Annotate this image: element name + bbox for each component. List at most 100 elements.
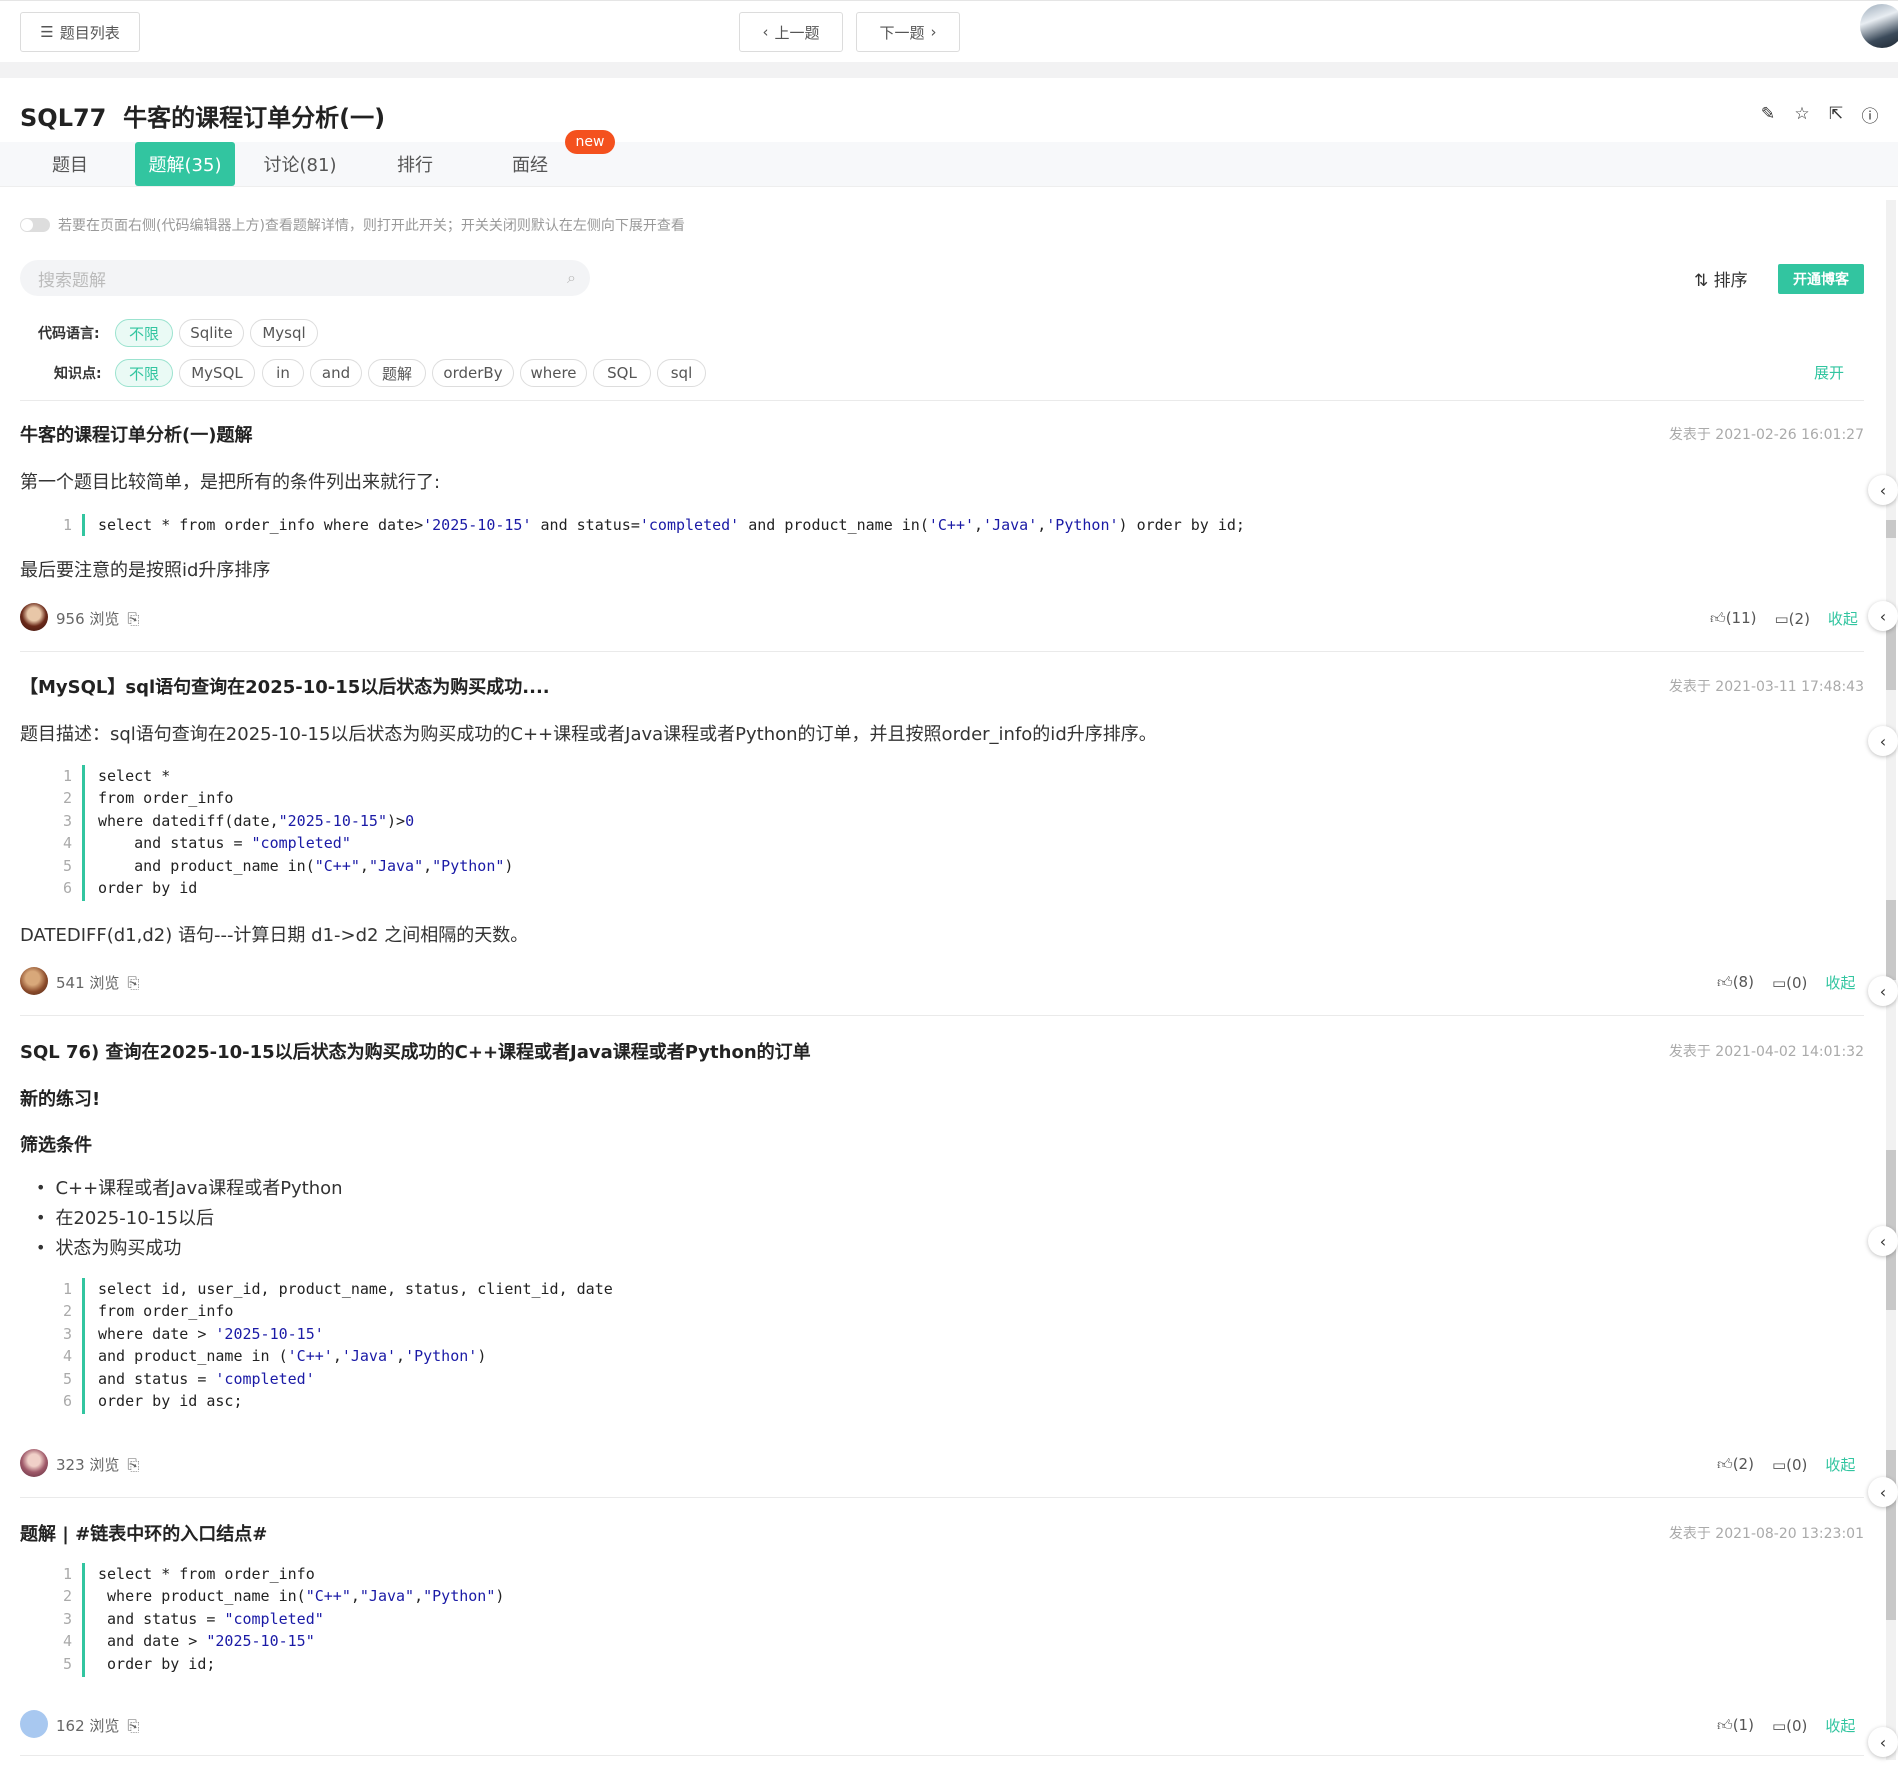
post-actions: 👍︎(1) ▭(0) 收起: [1717, 1715, 1855, 1736]
tag-icon[interactable]: ⎘: [127, 610, 139, 628]
collapse-side-button[interactable]: ‹: [1868, 475, 1898, 505]
share-icon[interactable]: ⇱: [1826, 104, 1846, 124]
collapse-side-button[interactable]: ‹: [1868, 976, 1898, 1006]
comment-count: (0): [1786, 1455, 1808, 1474]
tag-icon[interactable]: ⎘: [127, 974, 139, 992]
like-button[interactable]: 👍︎(1): [1717, 1716, 1754, 1735]
tab-problem[interactable]: 题目: [20, 142, 120, 186]
sort-button[interactable]: ⇅ 排序: [1694, 266, 1748, 291]
comment-button[interactable]: ▭(2): [1774, 610, 1809, 628]
sort-icon: ⇅: [1694, 271, 1709, 291]
next-problem-button[interactable]: 下一题 ›: [856, 12, 960, 52]
page-title: SQL77 牛客的课程订单分析(一): [20, 98, 385, 133]
chevron-left-icon: ‹: [1879, 731, 1887, 751]
collapse-side-button[interactable]: ‹: [1868, 601, 1898, 631]
topic-chip-all[interactable]: 不限: [115, 359, 173, 387]
new-badge: new: [565, 130, 615, 154]
search-icon[interactable]: ⌕: [567, 268, 576, 288]
post-views: 323 浏览 ⎘: [56, 1454, 139, 1475]
toggle-hint: 若要在页面右侧(代码编辑器上方)查看题解详情，则打开此开关；开关关闭则默认在左侧…: [58, 218, 685, 234]
like-count: (8): [1732, 973, 1754, 991]
chevron-left-icon: ‹: [762, 23, 769, 41]
search-input[interactable]: 搜索题解: [38, 266, 106, 291]
divider: [20, 1497, 1864, 1498]
collapse-side-button[interactable]: ‹: [1868, 1477, 1898, 1507]
user-avatar[interactable]: [1860, 4, 1898, 48]
author-avatar[interactable]: [20, 1710, 48, 1738]
post-date: 发表于 2021-03-11 17:48:43: [1668, 679, 1864, 695]
comment-button[interactable]: ▭(0): [1772, 974, 1807, 992]
topic-chip-sql-lower[interactable]: sql: [657, 359, 706, 387]
chevron-left-icon: ‹: [1879, 1482, 1887, 1502]
post-actions: 👍︎(11) ▭(2) 收起: [1710, 608, 1858, 629]
expand-filters-link[interactable]: 展开: [1814, 362, 1844, 383]
views-count: 323 浏览: [56, 1456, 120, 1474]
scrollbar-thumb[interactable]: [1886, 1450, 1896, 1620]
tab-solutions[interactable]: 题解(35): [135, 142, 235, 186]
side-view-toggle[interactable]: [20, 218, 50, 232]
collapse-link[interactable]: 收起: [1825, 972, 1855, 993]
topic-chip-mysql[interactable]: MySQL: [179, 359, 255, 387]
chevron-left-icon: ‹: [1879, 981, 1887, 1001]
collapse-side-button[interactable]: ‹: [1868, 726, 1898, 756]
list-icon: ☰: [40, 23, 54, 41]
prev-problem-button[interactable]: ‹ 上一题: [739, 12, 843, 52]
topic-chip-solution[interactable]: 题解: [368, 359, 426, 387]
author-avatar[interactable]: [20, 603, 48, 631]
divider: [20, 400, 1864, 401]
like-button[interactable]: 👍︎(11): [1710, 609, 1756, 628]
collapse-side-button[interactable]: ‹: [1868, 1727, 1898, 1757]
collapse-link[interactable]: 收起: [1828, 608, 1858, 629]
tab-interview[interactable]: 面经: [480, 142, 580, 186]
collapse-link[interactable]: 收起: [1825, 1454, 1855, 1475]
collapse-side-button[interactable]: ‹: [1868, 1226, 1898, 1256]
search-box[interactable]: 搜索题解 ⌕: [20, 260, 590, 296]
like-button[interactable]: 👍︎(2): [1717, 1455, 1754, 1474]
problem-list-button[interactable]: ☰ 题目列表: [20, 12, 140, 52]
post-title[interactable]: 【MySQL】sql语句查询在2025-10-15以后状态为购买成功....: [20, 673, 550, 699]
scrollbar-thumb[interactable]: [1886, 900, 1896, 980]
info-icon[interactable]: ⓘ: [1860, 104, 1880, 127]
star-icon[interactable]: ☆: [1792, 104, 1812, 124]
open-blog-button[interactable]: 开通博客: [1778, 264, 1864, 294]
like-button[interactable]: 👍︎(8): [1717, 973, 1754, 992]
topic-chip-where[interactable]: where: [520, 359, 587, 387]
lang-chip-all[interactable]: 不限: [115, 319, 173, 347]
post-text: DATEDIFF(d1,d2) 语句---计算日期 d1->d2 之间相隔的天数…: [20, 925, 529, 946]
tag-icon[interactable]: ⎘: [127, 1456, 139, 1474]
chevron-right-icon: ›: [930, 23, 937, 41]
comment-button[interactable]: ▭(0): [1772, 1717, 1807, 1735]
edit-icon[interactable]: ✎: [1758, 104, 1778, 124]
next-problem-label: 下一题: [879, 23, 925, 42]
tab-ranking[interactable]: 排行: [365, 142, 465, 186]
lang-chip-mysql[interactable]: Mysql: [250, 319, 318, 347]
scrollbar-thumb[interactable]: [1886, 520, 1896, 538]
post-title[interactable]: SQL 76) 查询在2025-10-15以后状态为购买成功的C++课程或者Ja…: [20, 1038, 811, 1064]
chevron-left-icon: ‹: [1879, 480, 1887, 500]
comment-icon: ▭: [1771, 973, 1787, 992]
topic-chip-orderby[interactable]: orderBy: [432, 359, 514, 387]
post-title[interactable]: 题解 | #链表中环的入口结点#: [20, 1520, 267, 1546]
tag-icon[interactable]: ⎘: [127, 1717, 139, 1735]
author-avatar[interactable]: [20, 967, 48, 995]
list-item: 状态为购买成功: [36, 1232, 343, 1262]
author-avatar[interactable]: [20, 1449, 48, 1477]
topic-chip-sql-upper[interactable]: SQL: [593, 359, 651, 387]
lang-filter-label: 代码语言:: [38, 326, 100, 342]
post-heading: 筛选条件: [20, 1135, 92, 1156]
post-views: 541 浏览 ⎘: [56, 972, 139, 993]
list-item: C++课程或者Java课程或者Python: [36, 1172, 342, 1202]
tab-discussion[interactable]: 讨论(81): [250, 142, 350, 186]
comment-icon: ▭: [1774, 609, 1789, 628]
code-block: 1 select id, user_id, product_name, statu…: [52, 1278, 852, 1414]
comment-count: (0): [1786, 973, 1808, 992]
topic-chip-in[interactable]: in: [262, 359, 304, 387]
thumbs-up-icon: 👍︎: [1717, 973, 1733, 991]
comment-button[interactable]: ▭(0): [1772, 1456, 1807, 1474]
topic-chip-and[interactable]: and: [310, 359, 362, 387]
views-count: 541 浏览: [56, 974, 120, 992]
chevron-left-icon: ‹: [1879, 1231, 1887, 1251]
collapse-link[interactable]: 收起: [1825, 1715, 1855, 1736]
post-title[interactable]: 牛客的课程订单分析(一)题解: [20, 421, 252, 447]
lang-chip-sqlite[interactable]: Sqlite: [179, 319, 244, 347]
